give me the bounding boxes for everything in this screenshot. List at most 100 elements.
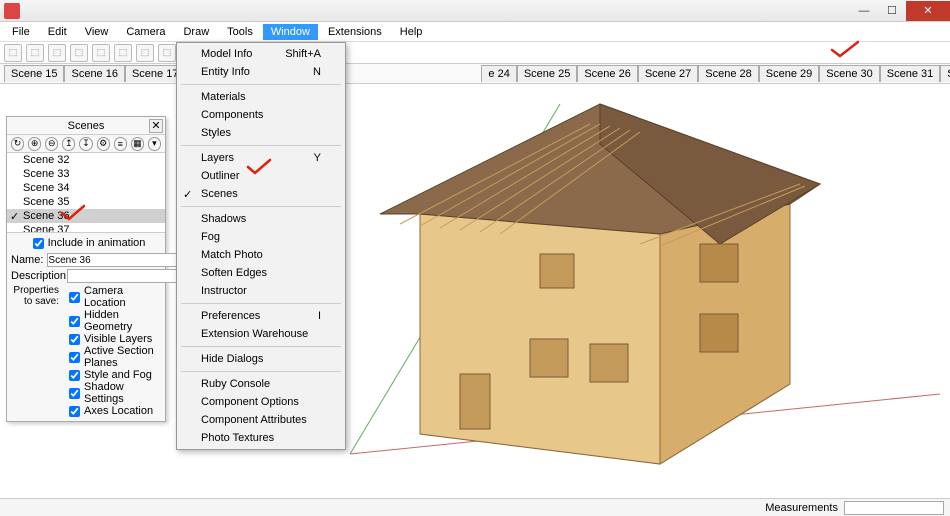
toolbar-button-3[interactable]: ⬚ (70, 44, 88, 62)
annotation-checkmark (60, 204, 86, 225)
property-checkbox[interactable] (69, 316, 80, 327)
menu-extensions[interactable]: Extensions (320, 24, 390, 40)
menu-item-label: Materials (201, 91, 246, 103)
scenes-toolbar-button-2[interactable]: ⊖ (45, 137, 58, 151)
scene-name-input[interactable] (47, 253, 181, 267)
menu-item-components[interactable]: Components (177, 106, 345, 124)
scenes-toolbar-button-3[interactable]: ↥ (62, 137, 75, 151)
scenes-toolbar-button-5[interactable]: ⚙ (97, 137, 110, 151)
menu-item-preferences[interactable]: PreferencesI (177, 307, 345, 325)
scene-tab[interactable]: e 24 (481, 65, 516, 82)
menu-item-label: Shadows (201, 213, 246, 225)
scene-tab[interactable]: Scene 15 (4, 65, 64, 82)
menu-item-fog[interactable]: Fog (177, 228, 345, 246)
scene-list-item[interactable]: Scene 36 (7, 209, 165, 223)
scene-tab[interactable]: Scene 27 (638, 65, 698, 82)
include-in-animation-checkbox[interactable] (33, 238, 44, 249)
scenes-toolbar-button-7[interactable]: ▦ (131, 137, 144, 151)
property-checkbox[interactable] (69, 388, 80, 399)
menu-edit[interactable]: Edit (40, 24, 75, 40)
property-checkbox[interactable] (69, 352, 80, 363)
menu-item-match-photo[interactable]: Match Photo (177, 246, 345, 264)
scene-list-item[interactable]: Scene 37 (7, 223, 165, 233)
menu-item-label: Extension Warehouse (201, 328, 308, 340)
menu-tools[interactable]: Tools (219, 24, 261, 40)
toolbar-button-6[interactable]: ⬚ (136, 44, 154, 62)
scenes-toolbar-button-8[interactable]: ▾ (148, 137, 161, 151)
property-checkbox[interactable] (69, 406, 80, 417)
scene-list-item[interactable]: Scene 34 (7, 181, 165, 195)
property-checkbox[interactable] (69, 334, 80, 345)
menu-item-materials[interactable]: Materials (177, 88, 345, 106)
toolbar-button-4[interactable]: ⬚ (92, 44, 110, 62)
scenes-toolbar-button-1[interactable]: ⊕ (28, 137, 41, 151)
menu-item-label: Instructor (201, 285, 247, 297)
menu-item-styles[interactable]: Styles (177, 124, 345, 142)
menu-item-extension-warehouse[interactable]: Extension Warehouse (177, 325, 345, 343)
menu-file[interactable]: File (4, 24, 38, 40)
scene-tab[interactable]: Scene 32 (940, 65, 950, 82)
menu-draw[interactable]: Draw (175, 24, 217, 40)
menu-item-hide-dialogs[interactable]: Hide Dialogs (177, 350, 345, 368)
property-row: Hidden Geometry (63, 309, 161, 333)
menu-item-scenes[interactable]: Scenes (177, 185, 345, 203)
toolbar-button-5[interactable]: ⬚ (114, 44, 132, 62)
menu-item-component-attributes[interactable]: Component Attributes (177, 411, 345, 429)
toolbar-button-7[interactable]: ⬚ (158, 44, 176, 62)
menu-item-shortcut: N (313, 66, 321, 78)
menu-item-ruby-console[interactable]: Ruby Console (177, 375, 345, 393)
menu-item-label: Styles (201, 127, 231, 139)
scene-tab[interactable]: Scene 25 (517, 65, 577, 82)
property-row: Visible Layers (63, 333, 161, 345)
scenes-panel-close[interactable]: ✕ (149, 119, 163, 133)
menu-item-entity-info[interactable]: Entity InfoN (177, 63, 345, 81)
property-row: Style and Fog (63, 369, 161, 381)
menu-item-label: Components (201, 109, 263, 121)
menu-window[interactable]: Window (263, 24, 318, 40)
menu-separator (181, 84, 341, 85)
scenes-panel-title: Scenes ✕ (7, 117, 165, 135)
scenes-list[interactable]: Scene 32Scene 33Scene 34Scene 35Scene 36… (7, 153, 165, 233)
scene-list-item[interactable]: Scene 35 (7, 195, 165, 209)
maximize-button[interactable]: ☐ (878, 1, 906, 21)
menu-item-label: Ruby Console (201, 378, 270, 390)
menu-item-instructor[interactable]: Instructor (177, 282, 345, 300)
menu-item-label: Outliner (201, 170, 240, 182)
menu-item-component-options[interactable]: Component Options (177, 393, 345, 411)
scene-list-item[interactable]: Scene 33 (7, 167, 165, 181)
menu-item-soften-edges[interactable]: Soften Edges (177, 264, 345, 282)
property-checkbox[interactable] (69, 292, 80, 303)
scene-name-label: Name: (11, 254, 43, 266)
toolbar-button-2[interactable]: ⬚ (48, 44, 66, 62)
menu-camera[interactable]: Camera (118, 24, 173, 40)
menu-item-photo-textures[interactable]: Photo Textures (177, 429, 345, 447)
menu-item-label: Match Photo (201, 249, 263, 261)
menu-view[interactable]: View (77, 24, 117, 40)
menu-item-label: Component Attributes (201, 414, 307, 426)
menu-item-label: Component Options (201, 396, 299, 408)
scenes-toolbar-button-4[interactable]: ↧ (79, 137, 92, 151)
scenes-panel-toolbar: ↻ ⊕ ⊖ ↥ ↧ ⚙ ≡ ▦ ▾ (7, 135, 165, 153)
menu-item-model-info[interactable]: Model InfoShift+A (177, 45, 345, 63)
menu-help[interactable]: Help (392, 24, 431, 40)
properties-to-save-label: Properties to save: (11, 285, 63, 417)
toolbar-button-0[interactable]: ⬚ (4, 44, 22, 62)
scene-tab[interactable]: Scene 29 (759, 65, 819, 82)
scene-tab[interactable]: Scene 16 (64, 65, 124, 82)
measurements-input[interactable] (844, 501, 944, 515)
scenes-toolbar-button-6[interactable]: ≡ (114, 137, 127, 151)
close-button[interactable]: ✕ (906, 1, 950, 21)
scene-tab[interactable]: Scene 26 (577, 65, 637, 82)
minimize-button[interactable]: — (850, 1, 878, 21)
menu-item-shortcut: Shift+A (285, 48, 321, 60)
toolbar-button-1[interactable]: ⬚ (26, 44, 44, 62)
scene-tabs: Scene 15Scene 16Scene 17Scene 18Scene 19… (0, 64, 950, 84)
menu-separator (181, 346, 341, 347)
scene-tab[interactable]: Scene 31 (880, 65, 940, 82)
menu-item-shadows[interactable]: Shadows (177, 210, 345, 228)
scenes-toolbar-button-0[interactable]: ↻ (11, 137, 24, 151)
scene-tab[interactable]: Scene 28 (698, 65, 758, 82)
property-checkbox[interactable] (69, 370, 80, 381)
scene-tab[interactable]: Scene 30 (819, 65, 879, 82)
scene-list-item[interactable]: Scene 32 (7, 153, 165, 167)
